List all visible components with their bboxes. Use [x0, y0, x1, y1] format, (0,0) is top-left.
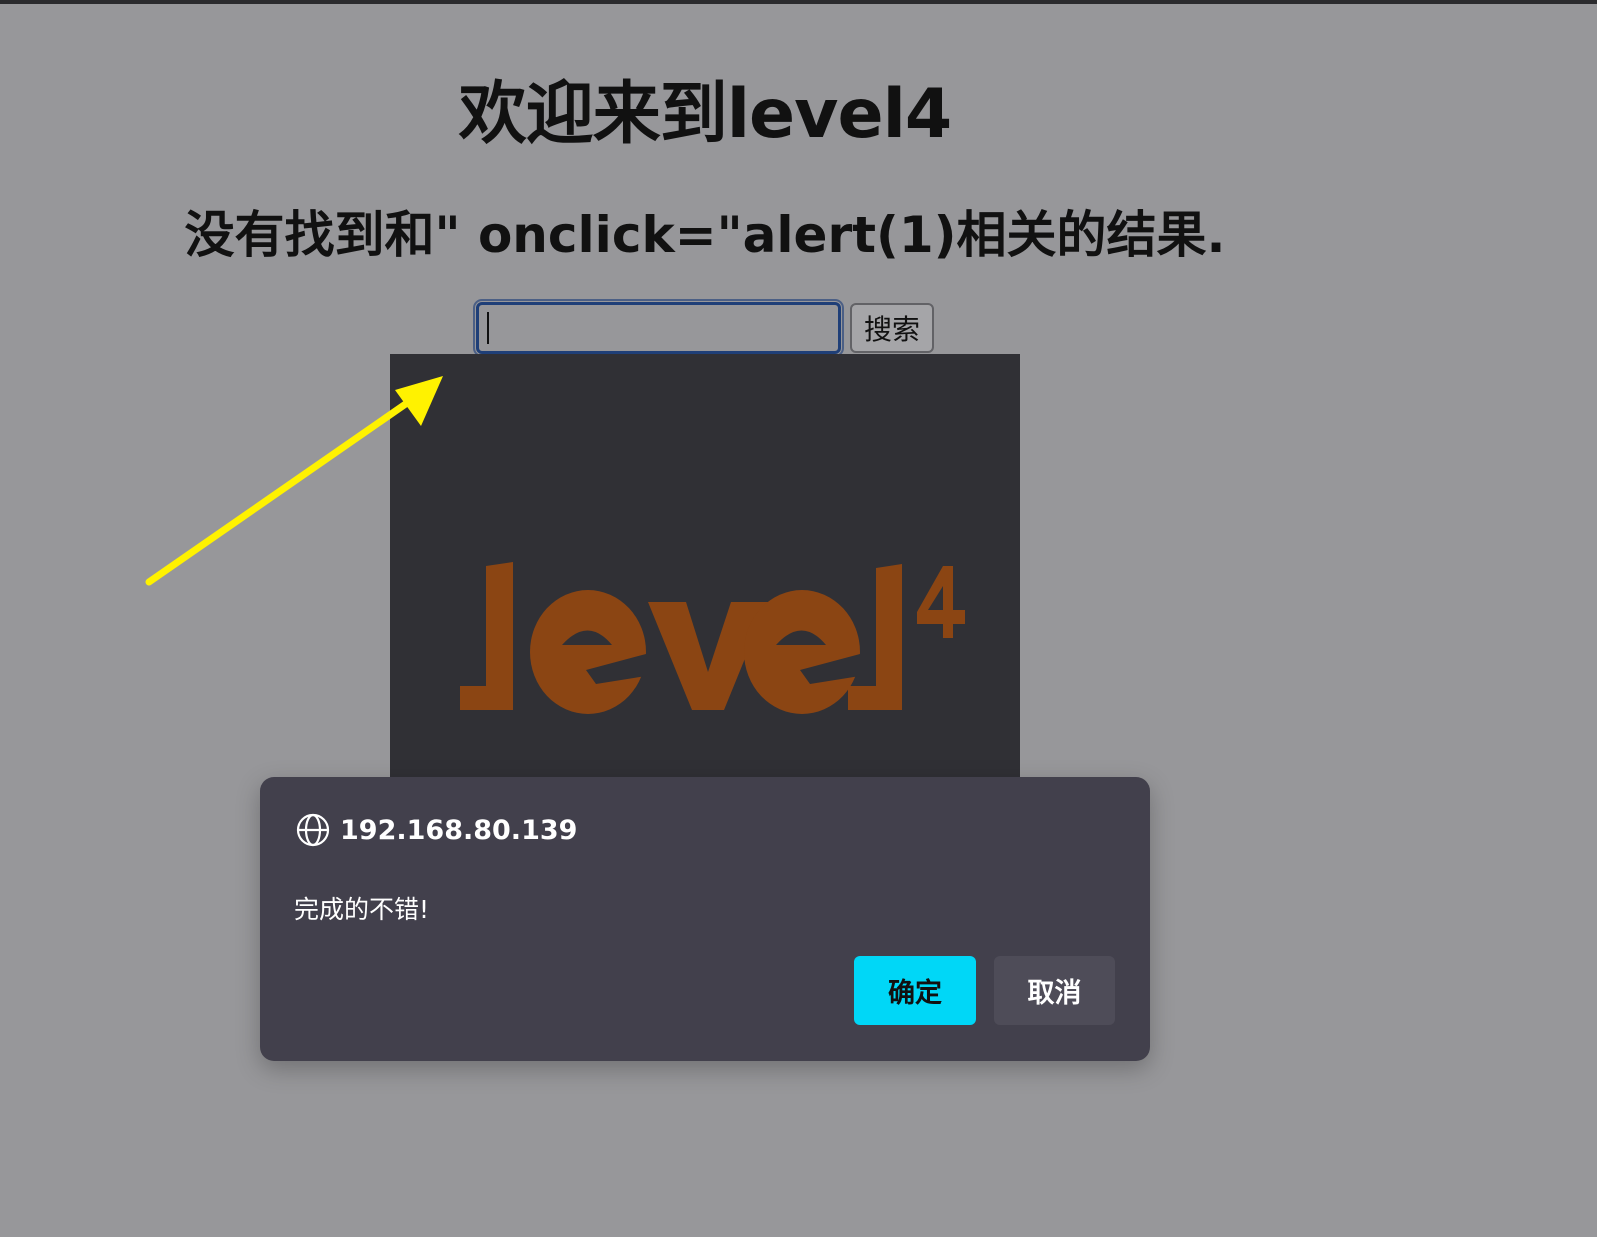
search-result-message: 没有找到和" onclick="alert(1)相关的结果.: [184, 206, 1226, 264]
level-logo-graphic: [460, 562, 965, 714]
search-form: 搜索: [473, 299, 934, 357]
text-cursor: [487, 312, 489, 344]
logo-letter-l: [460, 562, 513, 710]
alert-message: 完成的不错!: [294, 895, 430, 924]
cancel-button[interactable]: 取消: [994, 956, 1115, 1025]
logo-letter-e: [530, 590, 646, 714]
alert-origin: 192.168.80.139: [340, 814, 578, 846]
window-top-border: [0, 0, 1597, 4]
search-input-wrapper: [473, 299, 844, 357]
search-button[interactable]: 搜索: [850, 303, 934, 353]
level-logo-image: [390, 354, 1020, 777]
page-title: 欢迎来到level4: [458, 75, 953, 154]
alert-header: 192.168.80.139: [296, 813, 577, 847]
search-input[interactable]: [473, 299, 844, 357]
globe-icon: [296, 813, 330, 847]
alert-dialog: 192.168.80.139 完成的不错! 确定 取消: [260, 777, 1150, 1061]
ok-button[interactable]: 确定: [854, 956, 976, 1025]
logo-superscript-4: [917, 566, 965, 638]
logo-letter-e2: [744, 590, 860, 714]
